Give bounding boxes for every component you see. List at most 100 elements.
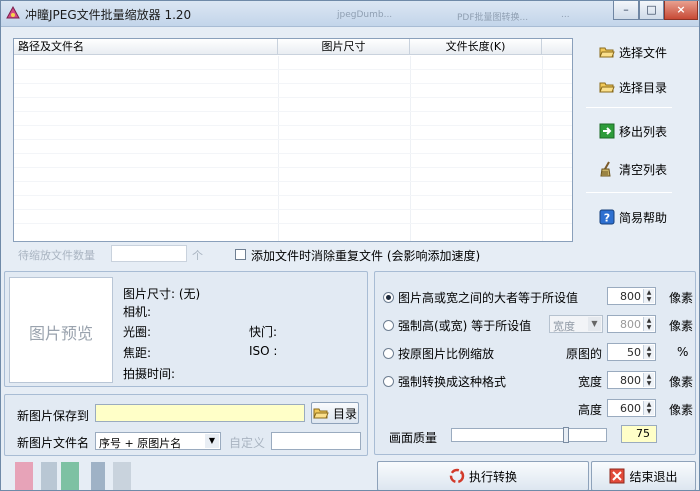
chevron-down-icon: ▼ [205, 434, 219, 448]
maximize-button[interactable]: □ [639, 1, 664, 20]
max-side-stepper[interactable]: 800 ▲ ▼ [607, 287, 656, 305]
column-path[interactable]: 路径及文件名 [14, 39, 278, 55]
background-tab: PDF批量图转换... [457, 13, 529, 23]
open-folder-icon [599, 44, 615, 60]
background-tab: ... [561, 10, 570, 20]
remove-label: 移出列表 [619, 124, 668, 139]
file-list-body[interactable] [14, 56, 572, 241]
spin-arrows-icon[interactable]: ▲ ▼ [643, 289, 654, 303]
custom-name-label: 自定义 [229, 436, 266, 450]
radio-percent[interactable] [383, 348, 394, 359]
save-path-label: 新图片保存到 [17, 409, 90, 423]
height-value: 600 [620, 402, 641, 415]
column-length[interactable]: 文件长度(K) [410, 39, 542, 55]
window-title: 冲瞳JPEG文件批量缩放器 1.20 [25, 8, 192, 22]
help-icon: ? [599, 209, 615, 225]
height-unit: 像素 [669, 403, 694, 417]
app-window: 冲瞳JPEG文件批量缩放器 1.20 jpegDumb... PDF批量图转换.… [0, 0, 700, 491]
app-logo-icon [5, 5, 21, 21]
max-side-unit: 像素 [669, 291, 694, 305]
info-focal: 焦距: [123, 346, 152, 360]
radio-force-side[interactable] [383, 320, 394, 331]
height-stepper: 600 ▲ ▼ [607, 399, 656, 417]
option-max-side: 图片高或宽之间的大者等于所设值 [398, 291, 579, 305]
column-size[interactable]: 图片尺寸 [278, 39, 410, 55]
option-force-format: 强制转换成这种格式 [398, 375, 507, 389]
info-aperture: 光圈: [123, 325, 152, 339]
percent-value: 50 [627, 346, 641, 359]
select-directory-button[interactable]: 选择目录 [599, 76, 667, 98]
force-side-combo: 宽度 ▼ [549, 315, 603, 333]
select-file-button[interactable]: 选择文件 [599, 41, 667, 63]
image-preview: 图片预览 [9, 277, 113, 383]
percent-label: 原图的 [566, 347, 603, 361]
quality-label: 画面质量 [389, 431, 438, 445]
open-folder-icon [599, 79, 615, 95]
info-size: 图片尺寸: (无) [123, 287, 201, 301]
percent-stepper: 50 ▲ ▼ [607, 343, 656, 361]
quality-slider[interactable] [451, 427, 607, 443]
close-icon [609, 468, 625, 484]
recycle-icon [449, 468, 465, 484]
spin-arrows-icon: ▲ ▼ [643, 401, 654, 415]
save-path-input[interactable] [95, 404, 305, 422]
info-iso: ISO : [249, 344, 278, 358]
select-directory-label: 选择目录 [619, 80, 668, 95]
run-convert-button[interactable]: 执行转换 [377, 461, 589, 490]
option-percent: 按原图片比例缩放 [398, 347, 495, 361]
max-side-value: 800 [620, 290, 641, 303]
remove-from-list-button[interactable]: 移出列表 [599, 120, 667, 142]
file-name-select[interactable]: 序号 + 原图片名 ▼ [95, 432, 221, 450]
radio-force-format[interactable] [383, 376, 394, 387]
width-label: 宽度 [578, 375, 603, 389]
exit-label: 结束退出 [629, 469, 678, 484]
quality-slider-thumb[interactable] [563, 427, 569, 443]
option-force-side: 强制高(或宽) 等于所设值 [398, 319, 532, 333]
file-name-label: 新图片文件名 [17, 436, 90, 450]
quality-value[interactable]: 75 [621, 425, 657, 443]
width-unit: 像素 [669, 375, 694, 389]
exit-button[interactable]: 结束退出 [591, 461, 696, 490]
help-button[interactable]: ? 简易帮助 [599, 206, 667, 228]
height-label: 高度 [578, 403, 603, 417]
open-folder-icon [313, 405, 329, 421]
blurred-taskbar-icon [41, 462, 57, 490]
force-side-value: 800 [620, 318, 641, 331]
spin-arrows-icon: ▲ ▼ [643, 345, 654, 359]
file-list[interactable]: 路径及文件名 图片尺寸 文件长度(K) [13, 38, 573, 242]
spin-arrows-icon: ▲ ▼ [643, 317, 654, 331]
spin-arrows-icon: ▲ ▼ [643, 373, 654, 387]
dedupe-label: 添加文件时消除重复文件 (会影响添加速度) [251, 249, 481, 263]
svg-text:?: ? [604, 212, 610, 225]
help-label: 简易帮助 [619, 210, 668, 225]
width-value: 800 [620, 374, 641, 387]
separator [586, 192, 672, 193]
info-shutter: 快门: [249, 325, 278, 339]
title-bar[interactable]: 冲瞳JPEG文件批量缩放器 1.20 jpegDumb... PDF批量图转换.… [1, 1, 699, 27]
clear-label: 清空列表 [619, 162, 668, 177]
pending-count-unit: 个 [192, 249, 203, 262]
choose-directory-label: 目录 [332, 406, 357, 421]
blurred-taskbar-icon [15, 462, 33, 490]
select-file-label: 选择文件 [619, 45, 668, 60]
clear-list-button[interactable]: 清空列表 [599, 158, 667, 180]
blurred-taskbar-icon [113, 462, 131, 490]
close-button[interactable]: × [664, 1, 698, 20]
pending-count-field [111, 245, 187, 262]
dedupe-checkbox[interactable] [235, 249, 246, 260]
custom-name-input[interactable] [271, 432, 361, 450]
force-side-stepper: 800 ▲ ▼ [607, 315, 656, 333]
info-time: 拍摄时间: [123, 367, 176, 381]
green-arrow-icon [599, 123, 615, 139]
choose-directory-button[interactable]: 目录 [311, 402, 359, 424]
background-tab: jpegDumb... [337, 10, 393, 20]
chevron-down-icon: ▼ [588, 317, 601, 331]
info-camera: 相机: [123, 305, 152, 319]
radio-max-side[interactable] [383, 292, 394, 303]
file-name-option: 序号 + 原图片名 [99, 437, 182, 450]
blurred-taskbar-icon [91, 462, 105, 490]
file-list-header: 路径及文件名 图片尺寸 文件长度(K) [14, 39, 572, 55]
minimize-button[interactable]: – [613, 1, 639, 20]
preview-placeholder: 图片预览 [28, 324, 93, 343]
blurred-taskbar-icon [61, 462, 79, 490]
